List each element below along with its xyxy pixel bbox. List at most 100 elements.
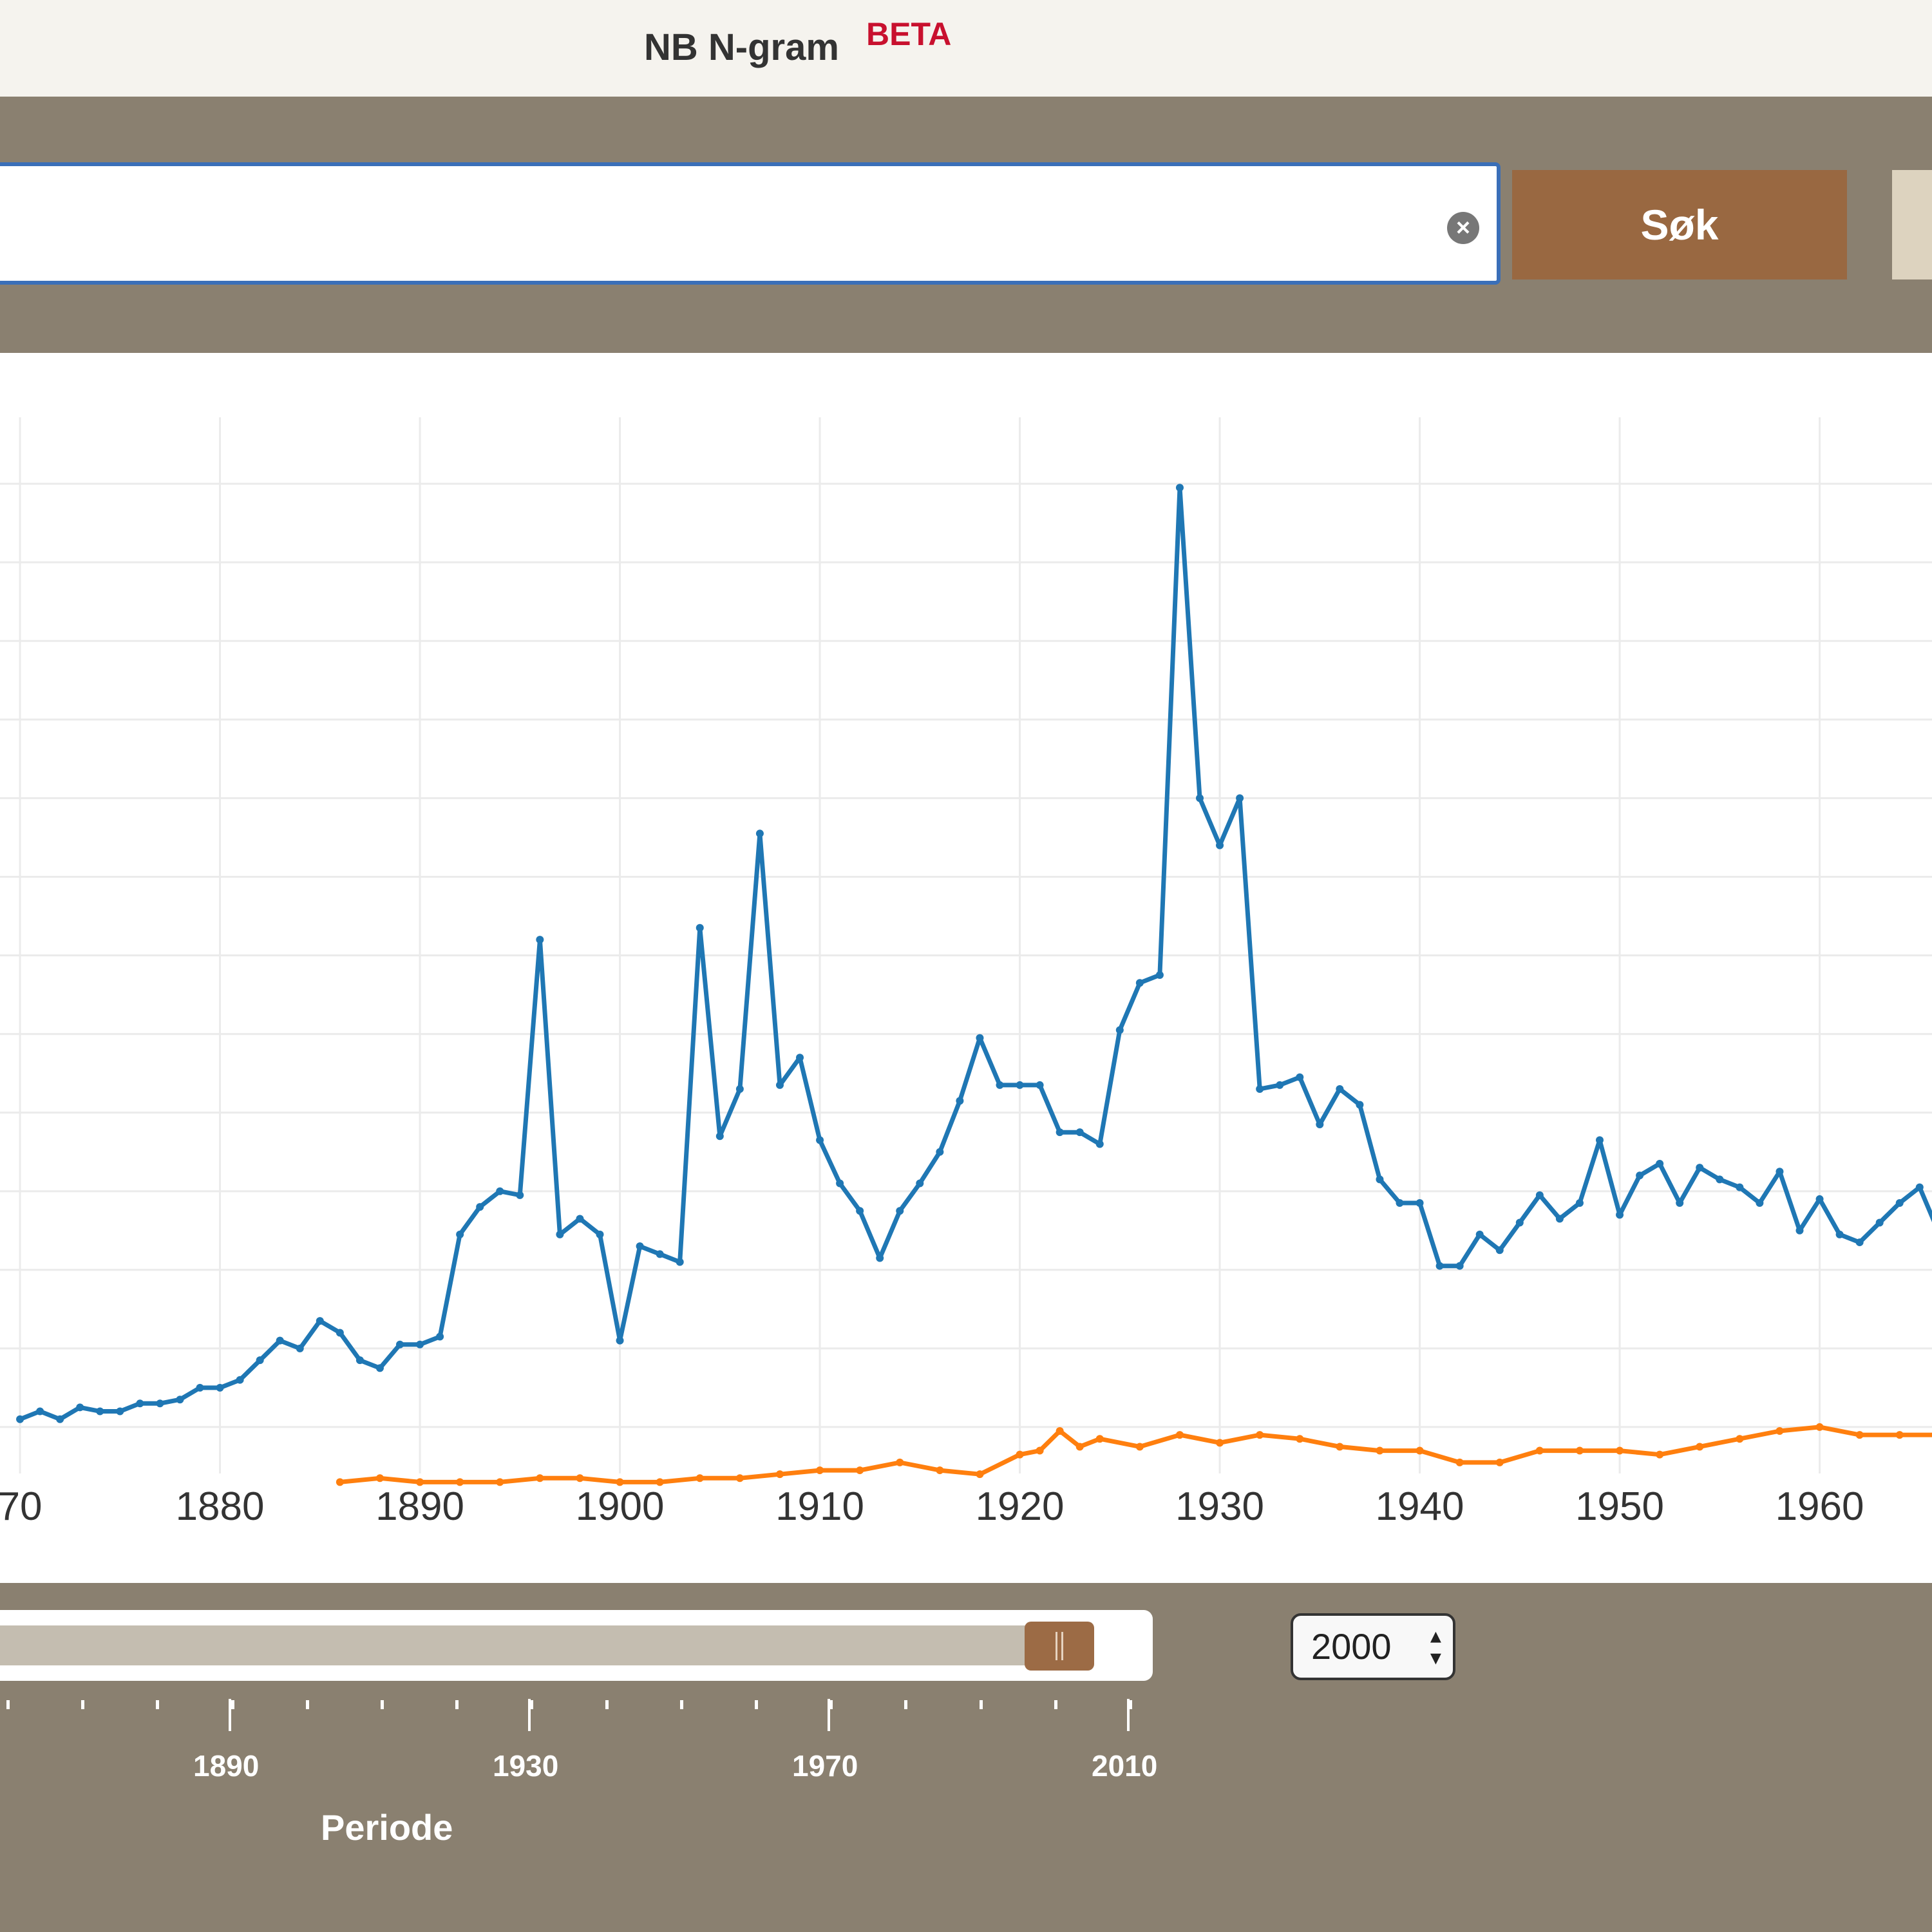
data-point[interactable] — [1475, 1230, 1484, 1238]
data-point[interactable] — [436, 1332, 444, 1341]
data-point[interactable] — [1736, 1183, 1744, 1191]
data-point[interactable] — [1895, 1431, 1904, 1439]
data-point[interactable] — [1696, 1443, 1704, 1451]
data-point[interactable] — [375, 1474, 384, 1482]
data-point[interactable] — [1756, 1199, 1764, 1208]
data-point[interactable] — [1236, 794, 1244, 802]
data-point[interactable] — [16, 1415, 24, 1423]
data-point[interactable] — [1056, 1427, 1064, 1435]
data-point[interactable] — [1256, 1431, 1264, 1439]
data-point[interactable] — [1196, 794, 1204, 802]
data-point[interactable] — [1256, 1085, 1264, 1094]
data-point[interactable] — [876, 1254, 884, 1262]
data-point[interactable] — [1535, 1191, 1544, 1199]
data-point[interactable] — [1656, 1450, 1664, 1459]
data-point[interactable] — [1396, 1199, 1404, 1208]
data-point[interactable] — [1175, 1431, 1184, 1439]
data-point[interactable] — [1495, 1458, 1504, 1466]
data-point[interactable] — [735, 1085, 744, 1094]
data-point[interactable] — [1656, 1160, 1664, 1168]
data-point[interactable] — [1336, 1085, 1344, 1094]
data-point[interactable] — [1056, 1128, 1064, 1137]
data-point[interactable] — [1575, 1446, 1584, 1455]
data-point[interactable] — [1716, 1175, 1724, 1184]
data-point[interactable] — [1636, 1171, 1644, 1180]
data-point[interactable] — [1036, 1081, 1044, 1089]
data-point[interactable] — [1296, 1073, 1304, 1081]
data-point[interactable] — [1875, 1218, 1884, 1227]
data-point[interactable] — [496, 1187, 504, 1195]
data-point[interactable] — [856, 1466, 864, 1475]
data-point[interactable] — [616, 1336, 624, 1345]
data-point[interactable] — [236, 1376, 244, 1384]
data-point[interactable] — [336, 1329, 344, 1337]
data-point[interactable] — [1356, 1101, 1364, 1109]
data-point[interactable] — [1216, 841, 1224, 849]
data-point[interactable] — [896, 1207, 904, 1215]
data-point[interactable] — [375, 1364, 384, 1372]
data-point[interactable] — [355, 1356, 364, 1365]
data-point[interactable] — [656, 1250, 664, 1258]
data-point[interactable] — [1095, 1140, 1104, 1148]
data-point[interactable] — [536, 936, 544, 944]
data-point[interactable] — [936, 1148, 944, 1156]
data-point[interactable] — [1296, 1435, 1304, 1443]
data-point[interactable] — [596, 1230, 604, 1238]
data-point[interactable] — [1555, 1215, 1564, 1223]
search-input[interactable] — [0, 162, 1501, 285]
data-point[interactable] — [755, 829, 764, 838]
data-point[interactable] — [1795, 1226, 1804, 1235]
data-point[interactable] — [456, 1230, 464, 1238]
data-point[interactable] — [676, 1258, 684, 1266]
data-point[interactable] — [1855, 1431, 1864, 1439]
data-point[interactable] — [316, 1317, 324, 1325]
data-point[interactable] — [176, 1396, 184, 1404]
data-point[interactable] — [1435, 1262, 1444, 1270]
data-point[interactable] — [1095, 1435, 1104, 1443]
data-point[interactable] — [1736, 1435, 1744, 1443]
data-point[interactable] — [1336, 1443, 1344, 1451]
data-point[interactable] — [536, 1474, 544, 1482]
data-point[interactable] — [116, 1407, 124, 1416]
data-point[interactable] — [775, 1081, 784, 1089]
data-point[interactable] — [1596, 1136, 1604, 1144]
secondary-button[interactable] — [1892, 170, 1932, 279]
data-point[interactable] — [1776, 1427, 1784, 1435]
data-point[interactable] — [1115, 1026, 1124, 1034]
data-point[interactable] — [1135, 979, 1144, 987]
data-point[interactable] — [1376, 1446, 1384, 1455]
search-button[interactable]: Søk — [1512, 170, 1847, 279]
data-point[interactable] — [156, 1399, 164, 1408]
data-point[interactable] — [1216, 1439, 1224, 1447]
data-point[interactable] — [1915, 1183, 1924, 1191]
data-point[interactable] — [1575, 1199, 1584, 1208]
period-slider[interactable] — [0, 1610, 1153, 1681]
data-point[interactable] — [996, 1081, 1004, 1089]
data-point[interactable] — [1815, 1195, 1824, 1203]
data-point[interactable] — [1455, 1458, 1464, 1466]
data-point[interactable] — [1835, 1230, 1844, 1238]
data-point[interactable] — [96, 1407, 104, 1416]
data-point[interactable] — [56, 1415, 64, 1423]
data-point[interactable] — [1495, 1246, 1504, 1255]
data-point[interactable] — [775, 1470, 784, 1479]
data-point[interactable] — [816, 1466, 824, 1475]
data-point[interactable] — [196, 1383, 204, 1392]
data-point[interactable] — [735, 1474, 744, 1482]
data-point[interactable] — [1316, 1120, 1324, 1128]
data-point[interactable] — [1696, 1164, 1704, 1172]
data-point[interactable] — [1416, 1199, 1424, 1208]
data-point[interactable] — [1036, 1446, 1044, 1455]
data-point[interactable] — [416, 1340, 424, 1349]
data-point[interactable] — [856, 1207, 864, 1215]
data-point[interactable] — [1455, 1262, 1464, 1270]
data-point[interactable] — [1616, 1211, 1624, 1219]
clear-icon[interactable]: × — [1447, 212, 1479, 244]
data-point[interactable] — [1676, 1199, 1684, 1208]
data-point[interactable] — [1895, 1199, 1904, 1208]
data-point[interactable] — [976, 1034, 984, 1042]
end-year-select[interactable]: 2000 ▴ ▾ — [1291, 1613, 1455, 1680]
period-end-handle[interactable] — [1024, 1622, 1094, 1671]
data-point[interactable] — [1535, 1446, 1544, 1455]
data-point[interactable] — [636, 1242, 644, 1251]
